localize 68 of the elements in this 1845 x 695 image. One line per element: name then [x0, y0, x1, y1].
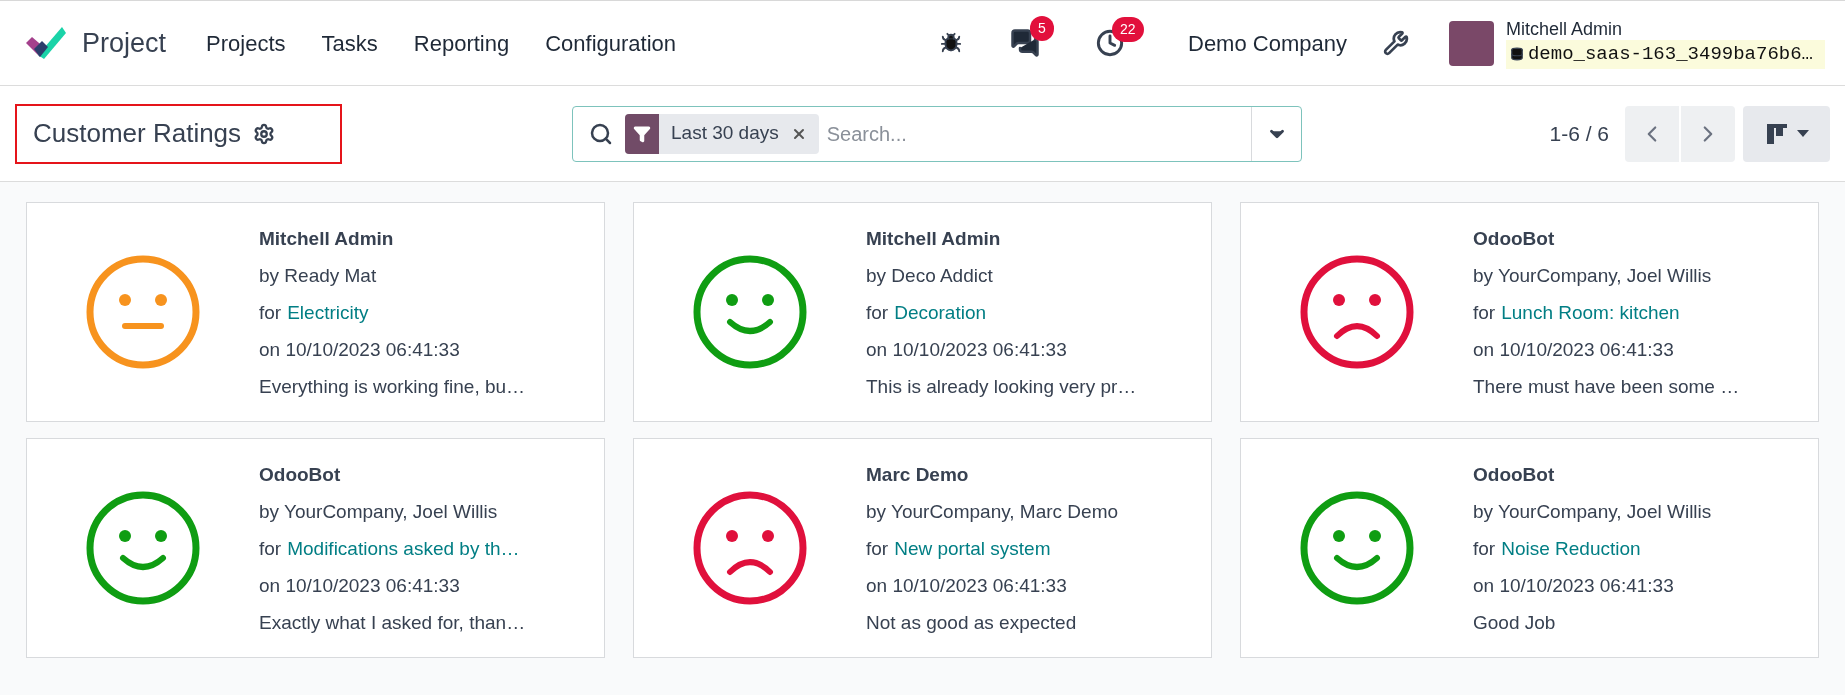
chat-icon[interactable] — [1010, 28, 1040, 58]
view-switcher-button[interactable] — [1743, 105, 1830, 162]
customer-name: by YourCompany, Joel Willis — [1473, 263, 1713, 288]
caret-icon — [1796, 129, 1809, 138]
customer-name: by YourCompany, Marc Demo — [866, 499, 1119, 524]
bug-icon[interactable] — [940, 32, 962, 54]
rating-card[interactable]: Mitchell Admin by Deco Addict for Decoration on 10/10/2023 06:41:33 This is already looking very pr… — [633, 202, 1212, 422]
rating-date: on 10/10/2023 06:41:33 — [866, 573, 1068, 598]
partner-name: Mitchell Admin — [866, 226, 1002, 251]
user-avatar[interactable] — [1448, 20, 1494, 66]
user-name[interactable]: Mitchell Admin — [1505, 17, 1825, 40]
task-link[interactable]: Modifications asked by th… — [287, 529, 520, 567]
for-label: for — [866, 536, 889, 561]
for-label: for — [1473, 300, 1496, 325]
rating-card[interactable]: Mitchell Admin by Ready Mat for Electricity on 10/10/2023 06:41:33 Everything is working fine, bu… — [26, 202, 605, 422]
menu-item[interactable]: Reporting — [397, 26, 526, 60]
rating-date: on 10/10/2023 06:41:33 — [259, 573, 461, 598]
partner-name: OdooBot — [259, 462, 342, 487]
feedback-text: Everything is working fine, bu… — [259, 374, 526, 399]
rating-date: on 10/10/2023 06:41:33 — [1473, 573, 1675, 598]
partner-name: OdooBot — [1473, 462, 1556, 487]
feedback-text: This is already looking very pr… — [866, 374, 1137, 399]
feedback-text: Not as good as expected — [866, 610, 1078, 635]
feedback-text: Exactly what I asked for, than… — [259, 610, 526, 635]
pager-value[interactable]: 1-6 / 6 — [1549, 117, 1609, 150]
feedback-text: Good Job — [1473, 610, 1557, 635]
filter-icon — [633, 124, 651, 143]
page-title: Customer Ratings — [33, 117, 242, 150]
rating-date: on 10/10/2023 06:41:33 — [1473, 337, 1675, 362]
for-label: for — [259, 536, 282, 561]
kanban-view-icon — [1764, 121, 1789, 146]
menu-item[interactable]: Tasks — [305, 26, 394, 60]
task-link[interactable]: Noise Reduction — [1501, 529, 1641, 567]
customer-name: by YourCompany, Joel Willis — [259, 499, 499, 524]
activity-count-badge: 22 — [1112, 17, 1144, 42]
search-input[interactable]: Search... — [826, 118, 1251, 149]
customer-name: by Ready Mat — [259, 263, 378, 288]
tools-icon[interactable] — [1382, 30, 1409, 56]
task-link[interactable]: Decoration — [894, 293, 987, 331]
feedback-text: There must have been some … — [1473, 374, 1740, 399]
database-name: demo_saas-163_3499ba76b6… — [1527, 42, 1813, 67]
menu-item[interactable]: Configuration — [529, 26, 693, 60]
app-name: Project — [82, 26, 167, 60]
for-label: for — [866, 300, 889, 325]
rating-card[interactable]: OdooBot by YourCompany, Joel Willis for Modifications asked by th… on 10/10/2023 06:41:33 Exactly what I asked for, than… — [26, 438, 605, 658]
rating-date: on 10/10/2023 06:41:33 — [866, 337, 1068, 362]
partner-name: Marc Demo — [866, 462, 970, 487]
rating-card[interactable]: OdooBot by YourCompany, Joel Willis for Lunch Room: kitchen on 10/10/2023 06:41:33 There must have been some … — [1240, 202, 1819, 422]
partner-name: Mitchell Admin — [259, 226, 395, 251]
checkmark-logo-icon — [24, 25, 66, 61]
rating-date: on 10/10/2023 06:41:33 — [259, 337, 461, 362]
company-switcher[interactable]: Demo Company — [1188, 26, 1347, 60]
message-count-badge: 5 — [1030, 16, 1054, 41]
for-label: for — [1473, 536, 1496, 561]
customer-name: by YourCompany, Joel Willis — [1473, 499, 1712, 524]
menu-item[interactable]: Projects — [190, 26, 302, 60]
settings-icon[interactable] — [253, 122, 276, 145]
task-link[interactable]: New portal system — [894, 529, 1051, 567]
task-link[interactable]: Lunch Room: kitchen — [1501, 293, 1680, 331]
partner-name: OdooBot — [1473, 226, 1556, 251]
filter-label: Last 30 days — [670, 121, 780, 146]
for-label: for — [259, 300, 282, 325]
customer-name: by Deco Addict — [866, 263, 994, 288]
rating-card[interactable]: Marc Demo by YourCompany, Marc Demo for New portal system on 10/10/2023 06:41:33 Not as good as expected — [633, 438, 1212, 658]
rating-card[interactable]: OdooBot by YourCompany, Joel Willis for Noise Reduction on 10/10/2023 06:41:33 Good Job — [1240, 438, 1819, 658]
search-field[interactable]: Last 30 days Search... — [572, 105, 1302, 162]
search-icon — [589, 121, 613, 146]
task-link[interactable]: Electricity — [287, 293, 369, 331]
